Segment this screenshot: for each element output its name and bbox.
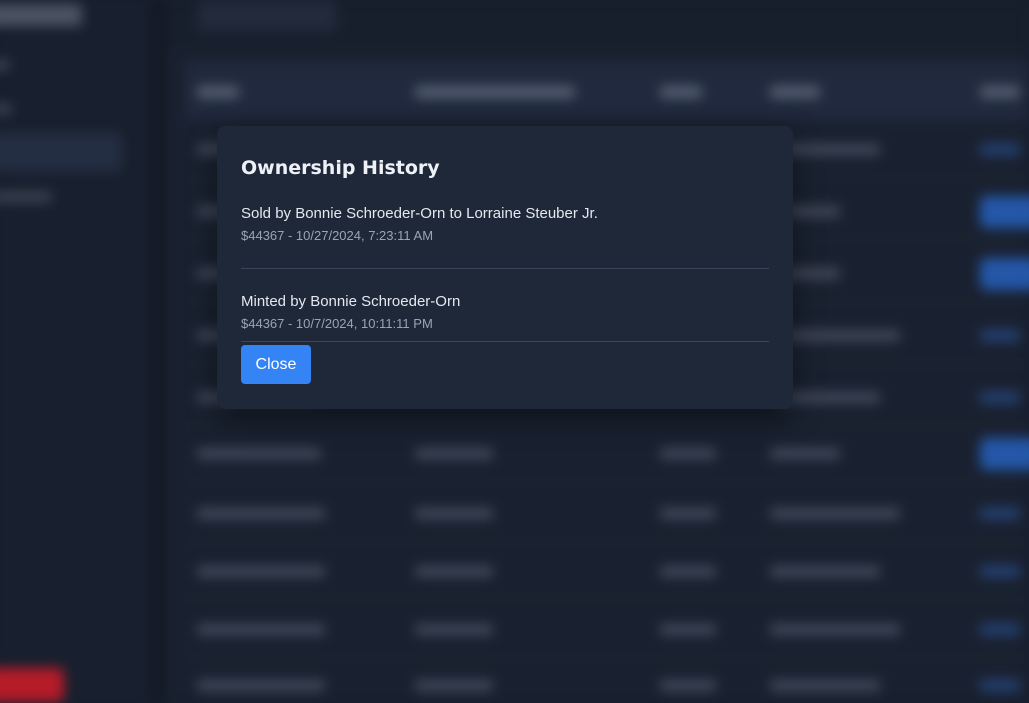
history-item: Minted by Bonnie Schroeder-Orn $44367 - … (241, 269, 769, 342)
history-item-meta: $44367 - 10/27/2024, 7:23:11 AM (241, 228, 434, 243)
modal-title: Ownership History (241, 157, 440, 179)
history-item-meta: $44367 - 10/7/2024, 10:11:11 PM (241, 316, 433, 331)
history-item-text: Sold by Bonnie Schroeder-Orn to Lorraine… (241, 205, 598, 222)
history-item-text: Minted by Bonnie Schroeder-Orn (241, 293, 461, 310)
history-list: Sold by Bonnie Schroeder-Orn to Lorraine… (241, 196, 769, 342)
ownership-history-modal: Ownership History Sold by Bonnie Schroed… (217, 126, 793, 409)
close-button[interactable]: Close (241, 345, 311, 384)
history-item: Sold by Bonnie Schroeder-Orn to Lorraine… (241, 196, 769, 269)
